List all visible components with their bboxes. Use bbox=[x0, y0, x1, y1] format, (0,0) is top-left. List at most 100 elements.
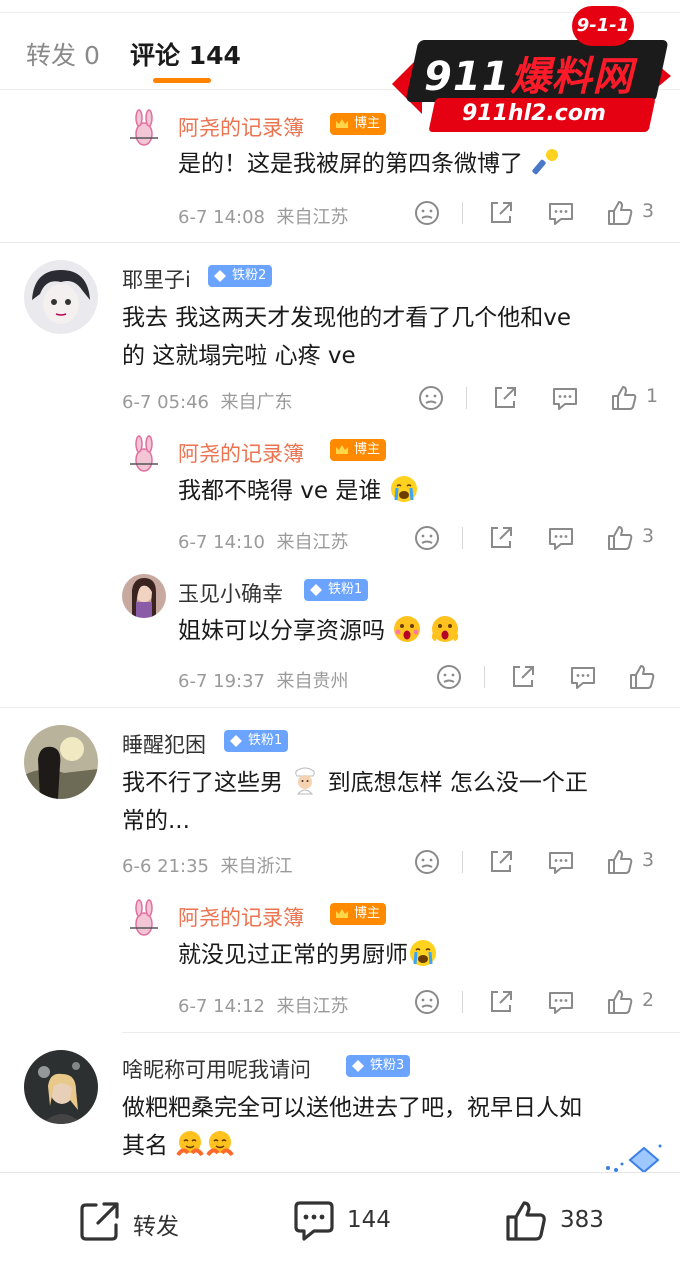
comment-author-name[interactable]: 阿尧的记录簿 bbox=[178, 438, 304, 468]
crying-emoji-icon bbox=[390, 476, 417, 502]
share-icon[interactable] bbox=[508, 662, 538, 692]
comment-location: 来自江苏 bbox=[276, 532, 349, 553]
crown-icon bbox=[336, 119, 348, 128]
share-icon[interactable] bbox=[486, 987, 516, 1017]
comment-icon[interactable] bbox=[546, 198, 576, 228]
host-badge: 博主 bbox=[330, 113, 387, 135]
like-count: 3 bbox=[642, 200, 655, 222]
comment-icon[interactable] bbox=[546, 523, 576, 553]
dislike-face-icon[interactable] bbox=[412, 198, 442, 228]
share-icon[interactable] bbox=[486, 198, 516, 228]
comment-actions bbox=[434, 662, 664, 692]
diamond-icon bbox=[310, 584, 322, 596]
tab-comments[interactable]: 评论 144 bbox=[130, 36, 241, 72]
comment-text: 常的... bbox=[122, 802, 190, 840]
action-separator bbox=[462, 991, 463, 1013]
comment-time: 6-7 19:37 bbox=[178, 671, 265, 692]
comment-text: 我都不晓得 ve 是谁 bbox=[178, 472, 419, 510]
share-icon[interactable] bbox=[486, 847, 516, 877]
comment-text-line: 做粑粑桑完全可以送他进去了吧，祝早日人如 bbox=[122, 1095, 582, 1121]
share-icon[interactable] bbox=[486, 523, 516, 553]
fan-badge: 铁粉2 bbox=[208, 265, 273, 287]
divider bbox=[0, 707, 680, 708]
comment-meta: 6-7 05:46 来自广东 bbox=[122, 388, 292, 414]
like-icon[interactable] bbox=[504, 1199, 548, 1243]
comment-icon[interactable] bbox=[546, 987, 576, 1017]
comment-text-line: 就没见过正常的男厨师 bbox=[178, 942, 408, 968]
comment-icon[interactable] bbox=[546, 847, 576, 877]
share-icon[interactable] bbox=[490, 383, 520, 413]
comment-author-name[interactable]: 玉见小确幸 bbox=[178, 578, 283, 608]
comment-text-line: 其名 bbox=[122, 1133, 168, 1159]
like-icon[interactable] bbox=[609, 383, 639, 413]
avatar[interactable] bbox=[122, 108, 166, 152]
action-separator bbox=[466, 387, 467, 409]
comment-author-name[interactable]: 耶里子i bbox=[122, 264, 191, 294]
dislike-face-icon[interactable] bbox=[416, 383, 446, 413]
microphone-emoji-icon bbox=[532, 149, 559, 175]
like-icon[interactable] bbox=[605, 198, 635, 228]
comment-location: 来自广东 bbox=[220, 392, 293, 413]
dislike-face-icon[interactable] bbox=[412, 987, 442, 1017]
watermark-logo: 911爆料网 911hl2.com 9-1-1 bbox=[392, 4, 672, 134]
like-icon[interactable] bbox=[627, 662, 657, 692]
watermark-badge: 9-1-1 bbox=[572, 6, 634, 46]
comment-location: 来自贵州 bbox=[276, 671, 349, 692]
avatar[interactable] bbox=[24, 260, 98, 334]
hug-emoji-icon bbox=[176, 1131, 205, 1157]
comment-text: 是的！这是我被屏的第四条微博了 bbox=[178, 145, 560, 183]
comment-author-name[interactable]: 阿尧的记录簿 bbox=[178, 112, 304, 142]
comment-time: 6-7 05:46 bbox=[122, 392, 209, 413]
like-count: 2 bbox=[642, 989, 655, 1011]
chef-emoji-icon bbox=[295, 767, 316, 795]
comment-text-line: 是的！这是我被屏的第四条微博了 bbox=[178, 151, 523, 177]
repost-button[interactable]: 转发 bbox=[133, 1207, 179, 1241]
comment-time: 6-7 14:08 bbox=[178, 207, 265, 228]
comment-author-name[interactable]: 睡醒犯困 bbox=[122, 729, 206, 759]
like-count-button[interactable]: 383 bbox=[560, 1207, 604, 1233]
badge-label: 博主 bbox=[354, 116, 381, 131]
avatar[interactable] bbox=[122, 434, 166, 478]
comment-text: 就没见过正常的男厨师 bbox=[178, 936, 438, 974]
avatar[interactable] bbox=[122, 574, 166, 618]
tab-repost[interactable]: 转发 0 bbox=[26, 36, 100, 72]
dislike-face-icon[interactable] bbox=[412, 847, 442, 877]
like-icon[interactable] bbox=[605, 523, 635, 553]
action-separator bbox=[462, 851, 463, 873]
like-count: 3 bbox=[642, 849, 655, 871]
like-count: 3 bbox=[642, 525, 655, 547]
like-icon[interactable] bbox=[605, 987, 635, 1017]
watermark-url: 911hl2.com bbox=[462, 101, 606, 126]
comment-icon[interactable] bbox=[292, 1199, 336, 1243]
comment-author-name[interactable]: 阿尧的记录簿 bbox=[178, 902, 304, 932]
badge-label: 铁粉1 bbox=[328, 582, 363, 597]
avatar[interactable] bbox=[24, 1050, 98, 1124]
comment-meta: 6-7 19:37 来自贵州 bbox=[178, 667, 348, 693]
comment-author-name[interactable]: 啥昵称可用呢我请问 bbox=[122, 1054, 311, 1084]
dislike-face-icon[interactable] bbox=[434, 662, 464, 692]
repost-icon[interactable] bbox=[78, 1199, 122, 1243]
watermark-title: 911爆料网 bbox=[424, 44, 634, 102]
avatar[interactable] bbox=[24, 725, 98, 799]
like-icon[interactable] bbox=[605, 847, 635, 877]
comment-actions: 3 bbox=[412, 847, 662, 877]
comment-text-line: 到底想怎样 怎么没一个正 bbox=[327, 770, 588, 796]
avatar[interactable] bbox=[122, 898, 166, 942]
comment-time: 6-6 21:35 bbox=[122, 856, 209, 877]
comment-text: 做粑粑桑完全可以送他进去了吧，祝早日人如 bbox=[122, 1089, 582, 1127]
host-badge: 博主 bbox=[330, 439, 387, 461]
comment-icon[interactable] bbox=[568, 662, 598, 692]
comment-count-button[interactable]: 144 bbox=[347, 1207, 391, 1233]
tab-active-indicator bbox=[153, 78, 211, 83]
crying-emoji-icon bbox=[410, 940, 436, 966]
comment-text: 我不行了这些男 到底想怎样 怎么没一个正 bbox=[122, 764, 588, 802]
watermark-title-cn: 爆料网 bbox=[510, 54, 634, 100]
dislike-face-icon[interactable] bbox=[412, 523, 442, 553]
comment-meta: 6-7 14:08 来自江苏 bbox=[178, 203, 348, 229]
comment-text-line: 姐妹可以分享资源吗 bbox=[178, 618, 385, 644]
comment-text: 其名 bbox=[122, 1127, 235, 1165]
comment-actions: 3 bbox=[412, 198, 662, 228]
comment-icon[interactable] bbox=[550, 383, 580, 413]
comment-location: 来自浙江 bbox=[220, 856, 293, 877]
comment-text: 我去 我这两天才发现他的才看了几个他和ve bbox=[122, 299, 571, 337]
